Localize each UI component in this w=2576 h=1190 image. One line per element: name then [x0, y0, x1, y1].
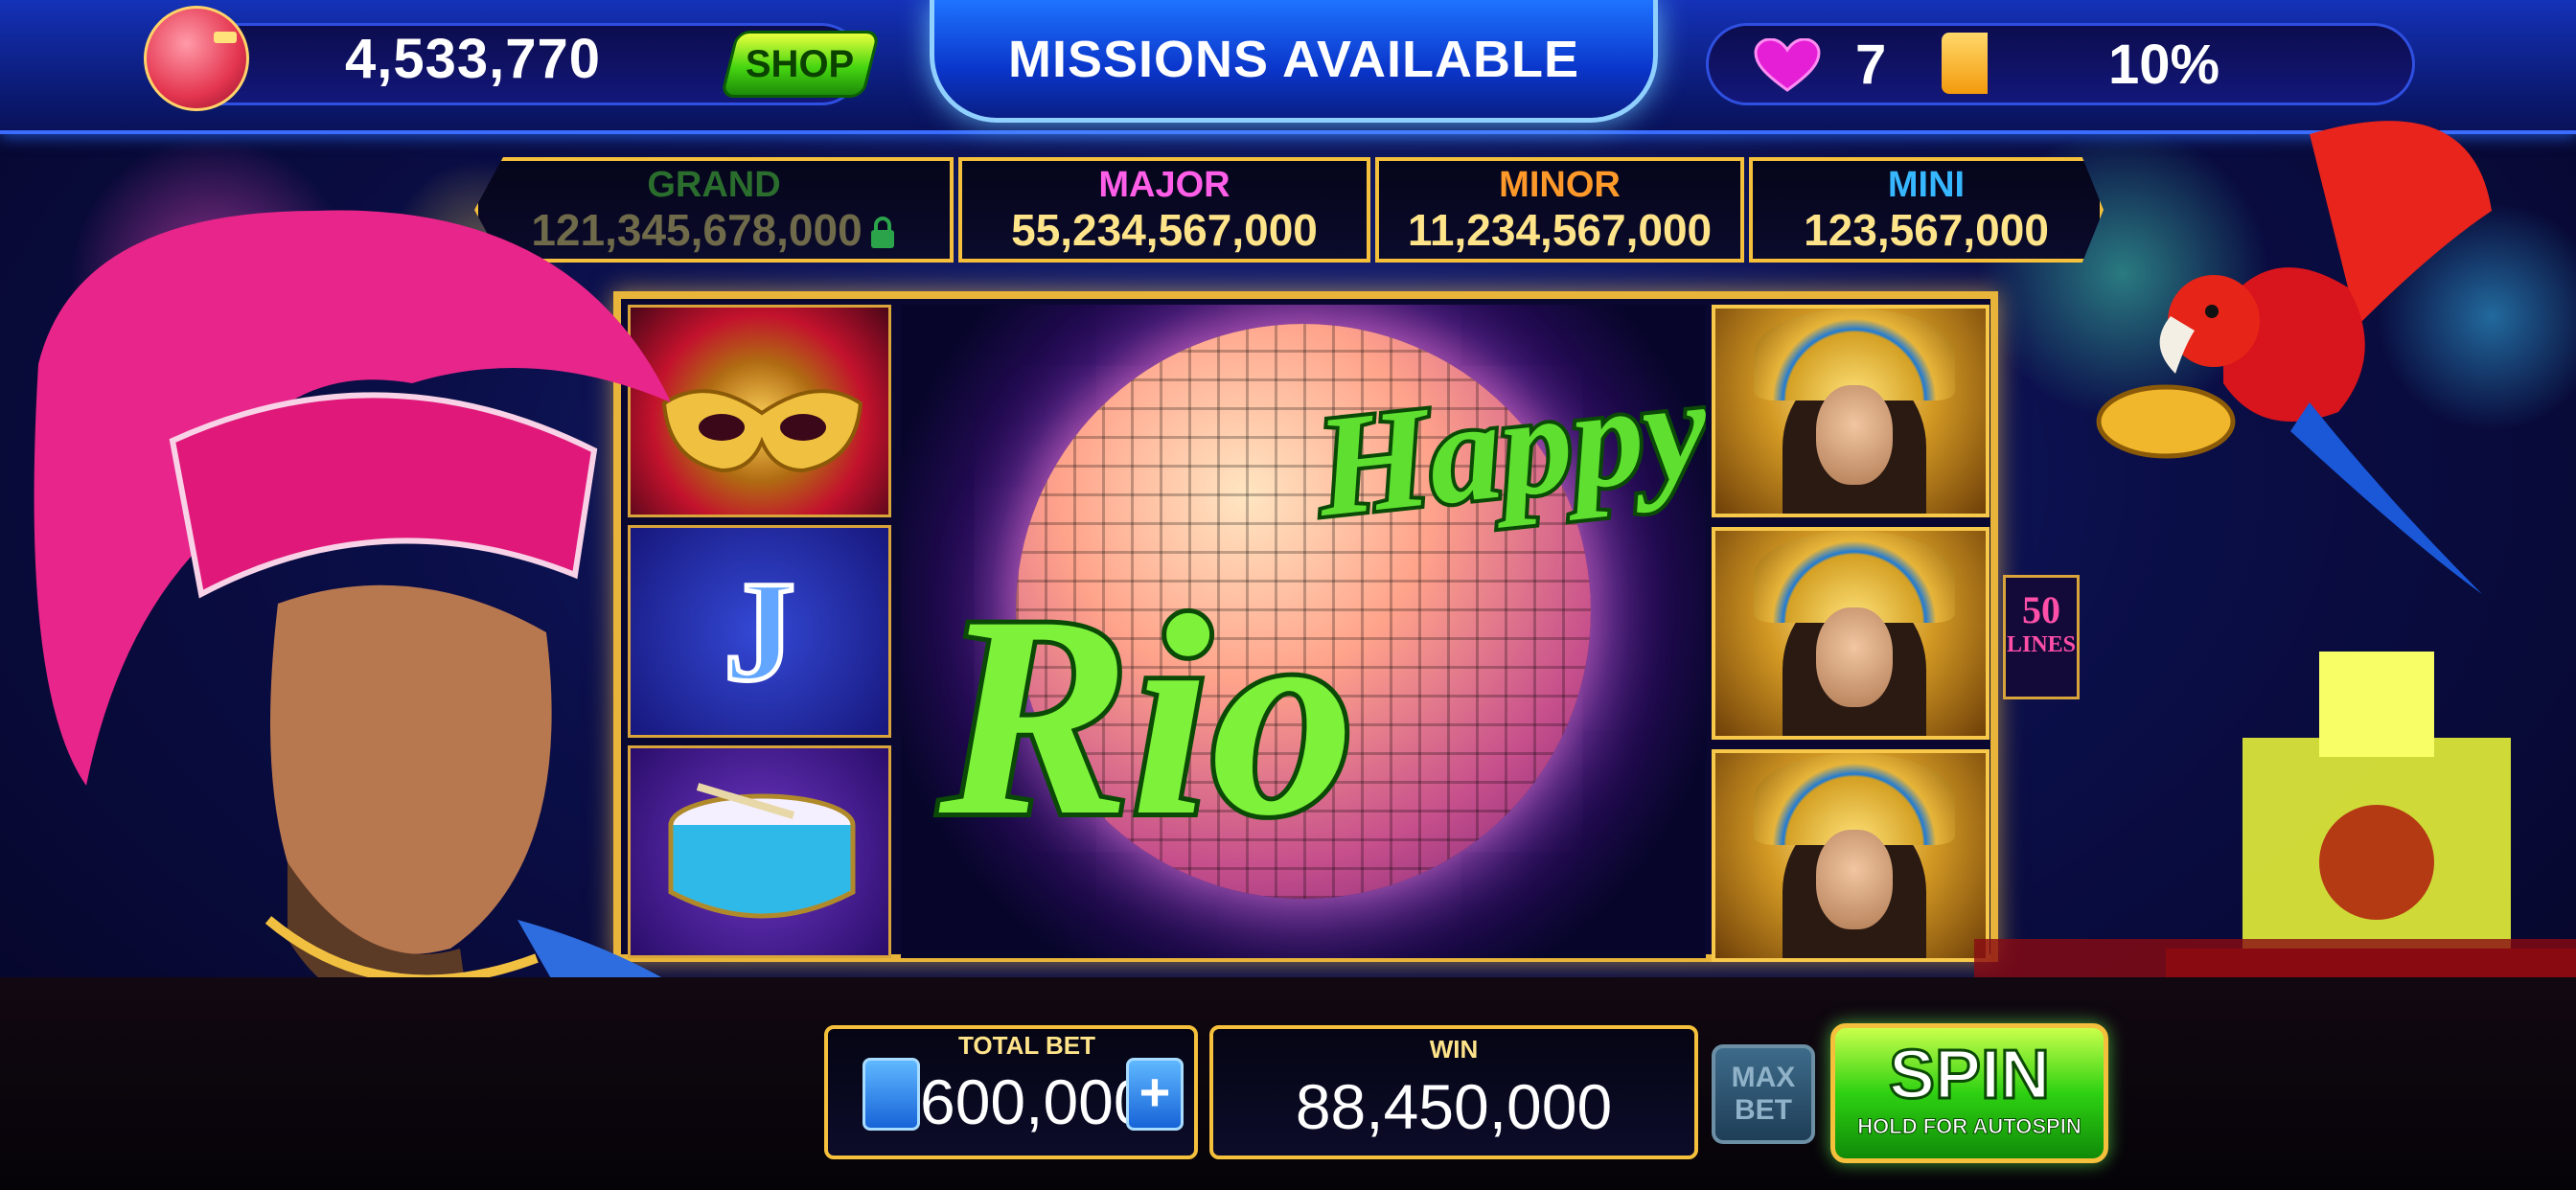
paylines-number: 50 [2022, 588, 2060, 631]
jackpot-label: MINOR [1499, 165, 1621, 205]
jackpot-mini: MINI 123,567,000 [1749, 157, 2104, 263]
win-label: WIN [1429, 1035, 1479, 1064]
jackpot-value: 123,567,000 [1804, 205, 2049, 255]
parrot-illustration [2096, 121, 2492, 594]
jackpot-label: MINI [1887, 165, 1966, 205]
queen-symbol [1712, 305, 1990, 517]
jackpot-label: MAJOR [1098, 165, 1230, 205]
logo-happy: Happy [1307, 362, 1706, 547]
coin-balance: 4,533,770 [345, 28, 602, 90]
game-logo-panel: Happy Rio [901, 305, 1706, 958]
level-progress-fill [1942, 33, 1988, 94]
happy-rio-logo: Happy Rio [930, 362, 1706, 880]
total-bet-value: 600,000 [920, 1066, 1149, 1137]
queen-face [1816, 607, 1893, 707]
jackpot-major: MAJOR 55,234,567,000 [958, 157, 1370, 263]
level-progress-text: 10% [2108, 34, 2220, 96]
logo-rio: Rio [934, 557, 1354, 875]
spin-label: SPIN [1887, 1036, 2051, 1115]
jackpot-minor: MINOR 11,234,567,000 [1375, 157, 1744, 263]
max-bet-button[interactable]: MAX BET [1712, 1044, 1815, 1144]
jackpot-value: 11,234,567,000 [1407, 205, 1713, 255]
paylines-badge: 50 LINES [2003, 575, 2080, 699]
win-value: 88,450,000 [1295, 1071, 1613, 1142]
plus-icon: + [1138, 1062, 1171, 1122]
shop-label: SHOP [746, 42, 855, 85]
autospin-hint: HOLD FOR AUTOSPIN [1857, 1114, 2082, 1139]
shop-button[interactable]: SHOP [720, 31, 881, 98]
jackpot-value: 55,234,567,000 [1011, 205, 1318, 255]
increase-bet-button[interactable]: + [1126, 1058, 1184, 1131]
missions-label: MISSIONS AVAILABLE [1007, 30, 1580, 88]
max-bet-label-line2: BET [1735, 1094, 1792, 1126]
piggy-bank-icon[interactable] [144, 6, 249, 111]
heart-icon [1754, 38, 1821, 92]
max-bet-label-line1: MAX [1731, 1062, 1796, 1093]
lives-count: 7 [1855, 34, 1887, 96]
reel-right [1712, 305, 1990, 966]
paylines-label: LINES [2006, 632, 2077, 657]
queen-symbol [1712, 749, 1990, 962]
spin-button[interactable]: SPIN HOLD FOR AUTOSPIN [1830, 1023, 2108, 1163]
decrease-bet-button[interactable] [862, 1058, 920, 1131]
queen-face [1816, 830, 1893, 929]
missions-button[interactable]: MISSIONS AVAILABLE [930, 0, 1658, 123]
queen-symbol [1712, 527, 1990, 740]
total-bet-label: TOTAL BET [958, 1031, 1095, 1060]
queen-face [1816, 385, 1893, 485]
win-panel: WIN 88,450,000 [1209, 1025, 1698, 1159]
